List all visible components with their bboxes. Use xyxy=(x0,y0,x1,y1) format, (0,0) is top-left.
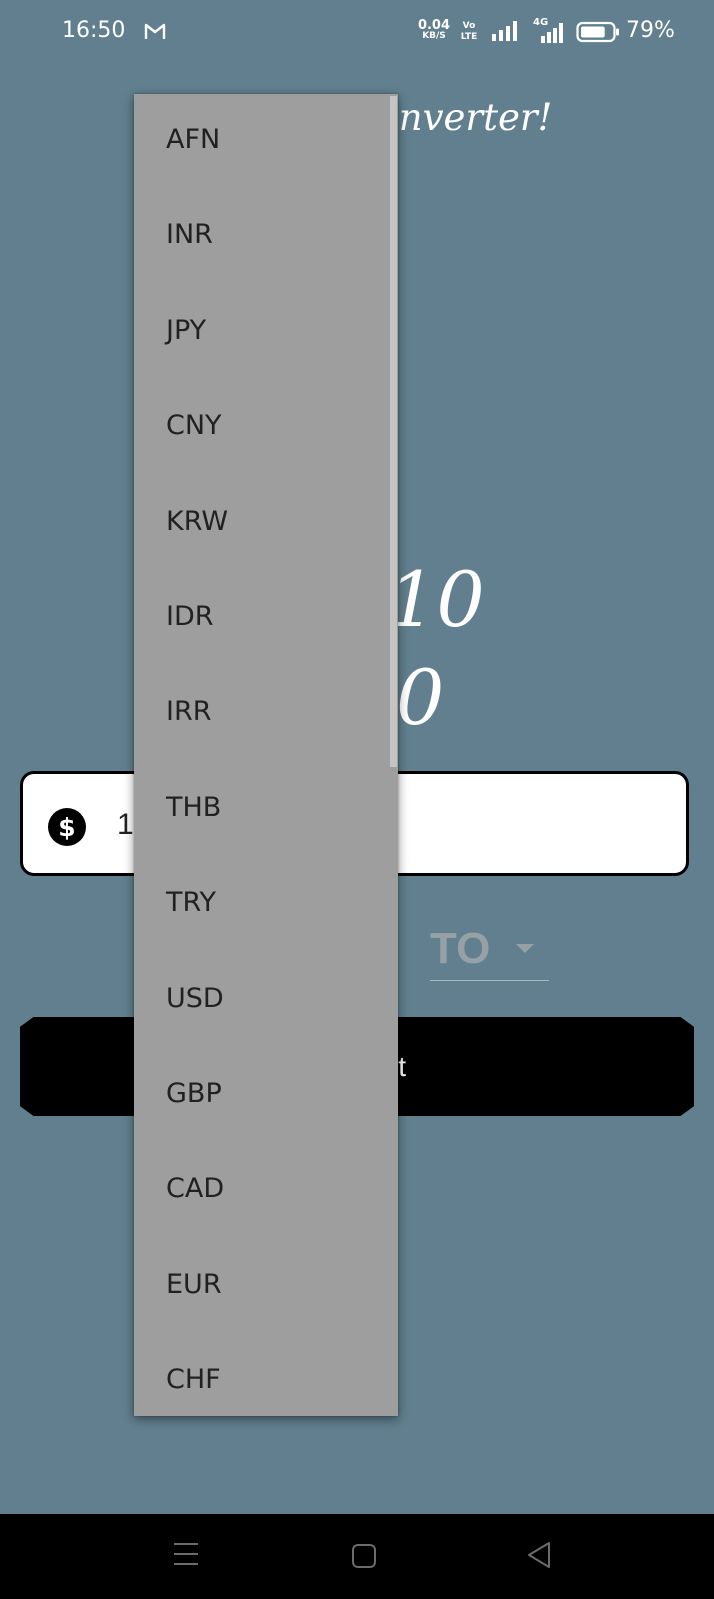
to-currency-select[interactable]: TO xyxy=(430,914,549,981)
to-currency-label: TO xyxy=(430,924,491,973)
volte-top: Vo xyxy=(462,21,476,31)
gmail-icon xyxy=(144,23,166,39)
dropdown-item-idr[interactable]: IDR xyxy=(134,571,398,666)
dropdown-item-label: IRR xyxy=(166,696,212,728)
dropdown-item-thb[interactable]: THB xyxy=(134,762,398,857)
dropdown-item-label: IDR xyxy=(166,601,214,632)
signal-icon xyxy=(492,21,517,41)
dropdown-item-krw[interactable]: KRW xyxy=(134,476,398,571)
status-time: 16:50 xyxy=(62,18,126,43)
net-speed-unit: KB/S xyxy=(422,31,446,41)
battery-icon xyxy=(576,21,619,43)
dropdown-item-inr[interactable]: INR xyxy=(134,189,398,284)
dropdown-item-label: KRW xyxy=(166,505,229,537)
dropdown-item-label: TRY xyxy=(166,887,217,919)
dropdown-scrollbar[interactable] xyxy=(390,96,397,767)
dropdown-item-label: EUR xyxy=(166,1268,222,1300)
result-value: 10 xyxy=(388,555,485,644)
dropdown-item-chf[interactable]: CHF xyxy=(134,1334,398,1416)
volte-icon: Vo LTE xyxy=(457,21,481,43)
dropdown-item-eur[interactable]: EUR xyxy=(134,1239,398,1334)
dropdown-item-label: JPY xyxy=(166,314,207,346)
amount-value: 1 xyxy=(117,808,134,841)
dropdown-item-label: THB xyxy=(166,791,222,823)
result-value-secondary: 0 xyxy=(396,653,445,742)
menu-icon[interactable] xyxy=(173,1541,199,1567)
dropdown-item-label: CNY xyxy=(166,410,222,442)
net-speed: 0.04 KB/S xyxy=(417,19,451,41)
currency-dropdown-list[interactable]: AFN INR JPY CNY KRW IDR IRR THB TRY USD GBP CAD EUR C… xyxy=(134,94,398,1416)
dropdown-item-jpy[interactable]: JPY xyxy=(134,285,398,380)
svg-text:$: $ xyxy=(58,813,75,842)
signal-4g-icon xyxy=(541,23,563,43)
dropdown-item-label: USD xyxy=(166,982,224,1014)
dropdown-item-gbp[interactable]: GBP xyxy=(134,1048,398,1143)
volte-bottom: LTE xyxy=(460,32,478,42)
dropdown-item-label: CHF xyxy=(166,1364,221,1396)
dropdown-item-cny[interactable]: CNY xyxy=(134,380,398,475)
back-icon[interactable] xyxy=(526,1541,552,1569)
dropdown-item-afn[interactable]: AFN xyxy=(134,94,398,189)
dropdown-item-try[interactable]: TRY xyxy=(134,857,398,952)
status-bar: 16:50 0.04 KB/S Vo LTE 4G 79% xyxy=(0,0,714,66)
dropdown-item-cad[interactable]: CAD xyxy=(134,1143,398,1238)
dropdown-item-label: GBP xyxy=(166,1078,222,1109)
dropdown-item-label: INR xyxy=(166,219,213,251)
home-icon[interactable] xyxy=(351,1543,377,1569)
navigation-bar xyxy=(0,1514,714,1599)
dropdown-arrow-icon xyxy=(516,944,534,953)
dropdown-item-label: AFN xyxy=(166,124,221,155)
dropdown-item-usd[interactable]: USD xyxy=(134,953,398,1048)
dropdown-item-label: CAD xyxy=(166,1173,225,1205)
dropdown-item-irr[interactable]: IRR xyxy=(134,666,398,761)
battery-percent: 79% xyxy=(626,18,675,43)
dollar-icon: $ xyxy=(48,808,86,846)
